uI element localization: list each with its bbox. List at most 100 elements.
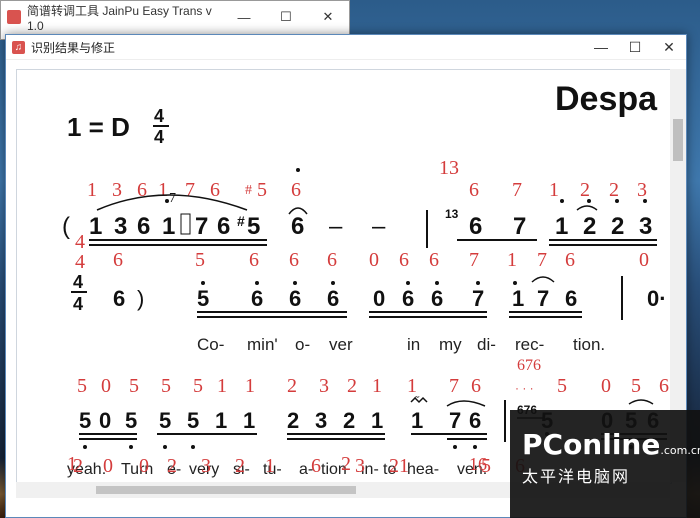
svg-text:1: 1 — [411, 408, 423, 433]
svg-text:3: 3 — [201, 455, 211, 477]
main-window-title: 简谱转调工具 JainPu Easy Trans v 1.0 — [27, 3, 212, 33]
app-icon — [7, 10, 21, 24]
svg-text:7: 7 — [537, 249, 547, 271]
svg-text:1: 1 — [512, 286, 524, 311]
svg-text:2: 2 — [343, 408, 355, 433]
svg-text:1: 1 — [372, 375, 382, 397]
notes-row2: 4 4 6) 5666 0667 176 0· — [71, 272, 667, 314]
svg-text:tion.: tion. — [573, 335, 605, 354]
svg-text:0: 0 — [99, 408, 111, 433]
svg-text:rec-: rec- — [515, 335, 544, 354]
svg-text:5: 5 — [129, 375, 139, 397]
svg-text:5: 5 — [247, 213, 260, 240]
svg-text:6: 6 — [402, 286, 414, 311]
svg-text:6: 6 — [291, 179, 301, 201]
svg-text:5: 5 — [557, 375, 567, 397]
svg-text:2: 2 — [287, 375, 297, 397]
svg-text:3: 3 — [112, 179, 122, 201]
svg-text:7: 7 — [537, 286, 549, 311]
svg-text:0: 0 — [373, 286, 385, 311]
svg-text:6: 6 — [291, 213, 304, 240]
svg-text:676: 676 — [517, 357, 541, 374]
svg-text:o-: o- — [295, 335, 310, 354]
watermark-cn: 太平洋电脑网 — [522, 467, 631, 486]
svg-text:1: 1 — [265, 455, 275, 477]
svg-text:5: 5 — [481, 455, 491, 477]
vertical-scroll-thumb[interactable] — [673, 119, 683, 161]
notes-row1: ( 136 1 76 #5 6 – – 67 1223 — [62, 213, 652, 240]
close-button[interactable]: ✕ — [652, 39, 686, 56]
svg-text:1: 1 — [407, 375, 417, 397]
main-window-titlebar[interactable]: 简谱转调工具 JainPu Easy Trans v 1.0 — ☐ ✕ — [1, 1, 349, 33]
svg-text:1: 1 — [507, 249, 517, 271]
svg-text:Co-: Co- — [197, 335, 224, 354]
svg-text:6: 6 — [137, 213, 150, 240]
recognition-window-title: 识别结果与修正 — [31, 40, 116, 55]
svg-text:7: 7 — [185, 179, 195, 201]
svg-text:min': min' — [247, 335, 278, 354]
svg-text:2: 2 — [347, 375, 357, 397]
svg-text:2: 2 — [235, 455, 245, 477]
svg-text:#: # — [237, 213, 245, 229]
svg-text:0·: 0· — [647, 286, 667, 311]
svg-text:2: 2 — [287, 408, 299, 433]
minimize-button[interactable]: — — [223, 10, 265, 25]
svg-text:3: 3 — [639, 213, 652, 240]
horizontal-scroll-thumb[interactable] — [96, 486, 356, 494]
lyrics-row2: Co-min' o-ver in my di-rec-tion. — [197, 335, 605, 354]
svg-text:6: 6 — [565, 249, 575, 271]
svg-text:6: 6 — [471, 375, 481, 397]
svg-text:2: 2 — [73, 455, 83, 477]
svg-text:· · ·: · · · — [515, 381, 534, 395]
song-title: Despa — [555, 80, 658, 118]
svg-text:): ) — [137, 286, 144, 311]
svg-text:1: 1 — [243, 408, 255, 433]
svg-text:5: 5 — [77, 375, 87, 397]
svg-text:6: 6 — [429, 249, 439, 271]
svg-text:0: 0 — [101, 375, 111, 397]
svg-text:6: 6 — [327, 249, 337, 271]
svg-text:6: 6 — [249, 249, 259, 271]
svg-text:7: 7 — [512, 179, 522, 201]
svg-text:6: 6 — [210, 179, 220, 201]
svg-text:2: 2 — [583, 213, 596, 240]
svg-text:5: 5 — [257, 179, 267, 201]
svg-text:6: 6 — [469, 408, 481, 433]
minimize-button[interactable]: — — [584, 39, 618, 55]
recognition-window-titlebar[interactable]: ♫ 识别结果与修正 — ☐ ✕ — [6, 35, 686, 60]
svg-text:7: 7 — [449, 375, 459, 397]
svg-text:1: 1 — [162, 213, 175, 240]
svg-text:1: 1 — [87, 179, 97, 201]
svg-text:4: 4 — [75, 231, 85, 253]
svg-text:5: 5 — [159, 408, 171, 433]
svg-text:3: 3 — [319, 375, 329, 397]
svg-text:6: 6 — [565, 286, 577, 311]
svg-text:5: 5 — [161, 375, 171, 397]
svg-text:6: 6 — [251, 286, 263, 311]
svg-text:3: 3 — [355, 455, 365, 477]
svg-text:3: 3 — [114, 213, 127, 240]
svg-text:my: my — [439, 335, 462, 354]
svg-text:4: 4 — [73, 272, 83, 292]
svg-text:5: 5 — [79, 408, 91, 433]
red-annotations-row3-top: 676 5055511 2321 176 5056 — [77, 357, 669, 397]
svg-text:7: 7 — [513, 213, 526, 240]
svg-text:5: 5 — [193, 375, 203, 397]
watermark-brand: PConline.com.cn — [522, 428, 700, 461]
maximize-button[interactable]: ☐ — [618, 39, 652, 56]
svg-text:5: 5 — [631, 375, 641, 397]
svg-text:1: 1 — [555, 213, 568, 240]
svg-text:6: 6 — [469, 179, 479, 201]
time-sig-bottom: 4 — [154, 127, 164, 147]
svg-text:21: 21 — [389, 455, 409, 477]
svg-text:3: 3 — [637, 179, 647, 201]
svg-text:6: 6 — [327, 286, 339, 311]
maximize-button[interactable]: ☐ — [265, 9, 307, 25]
svg-text:5: 5 — [195, 249, 205, 271]
music-note-icon: ♫ — [12, 40, 25, 54]
svg-text:6: 6 — [113, 286, 125, 311]
close-button[interactable]: ✕ — [307, 9, 349, 25]
svg-text:6: 6 — [659, 375, 669, 397]
svg-text:ver: ver — [329, 335, 353, 354]
svg-text:1: 1 — [158, 179, 168, 201]
